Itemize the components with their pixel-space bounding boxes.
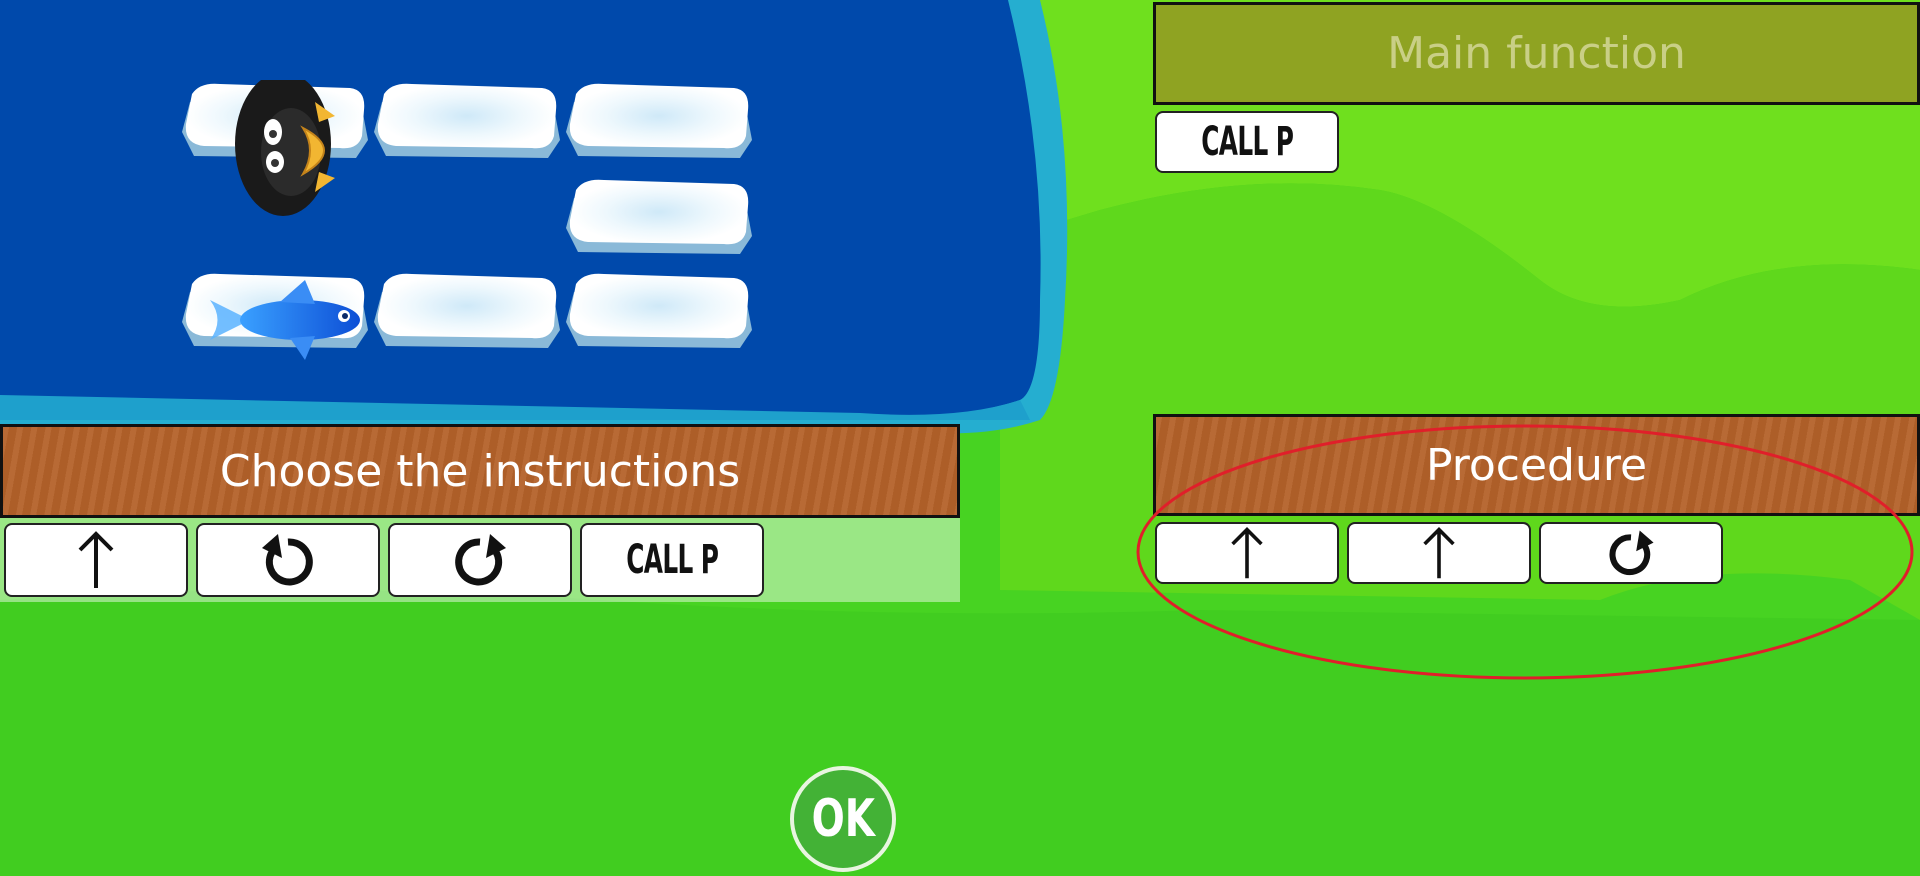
- penguin-icon: [235, 80, 335, 216]
- ice-floe: [374, 83, 560, 158]
- instructions-title: Choose the instructions: [219, 445, 741, 497]
- main-call-procedure-slot[interactable]: CALL P: [1155, 111, 1339, 173]
- procedure-title: Procedure: [1425, 439, 1648, 491]
- ok-button[interactable]: OK: [790, 766, 896, 872]
- call-procedure-label: CALL P: [625, 537, 719, 583]
- ice-floe: [566, 179, 752, 254]
- procedure-turn-right-slot[interactable]: [1539, 522, 1723, 584]
- arrow-up-icon: [1423, 527, 1455, 579]
- arrow-up-icon: [78, 531, 114, 588]
- main-call-procedure-label: CALL P: [1200, 119, 1294, 165]
- ice-floe: [374, 273, 560, 348]
- ice-floe: [566, 273, 752, 348]
- rotate-right-icon: [455, 534, 506, 586]
- turn-left-button[interactable]: [196, 523, 380, 597]
- ice-board: [182, 80, 752, 360]
- instructions-header: Choose the instructions: [0, 424, 960, 518]
- rotate-right-icon: [1609, 530, 1654, 576]
- main-function-header: Main function: [1153, 2, 1920, 105]
- turn-right-button[interactable]: [388, 523, 572, 597]
- procedure-forward-slot-2[interactable]: [1347, 522, 1531, 584]
- procedure-header: Procedure: [1153, 414, 1920, 516]
- procedure-forward-slot-1[interactable]: [1155, 522, 1339, 584]
- forward-button[interactable]: [4, 523, 188, 597]
- call-procedure-button[interactable]: CALL P: [580, 523, 764, 597]
- main-function-title: Main function: [1387, 28, 1686, 79]
- ok-label: OK: [811, 789, 875, 849]
- ice-floe: [566, 83, 752, 158]
- arrow-up-icon: [1231, 527, 1263, 579]
- rotate-left-icon: [262, 534, 313, 586]
